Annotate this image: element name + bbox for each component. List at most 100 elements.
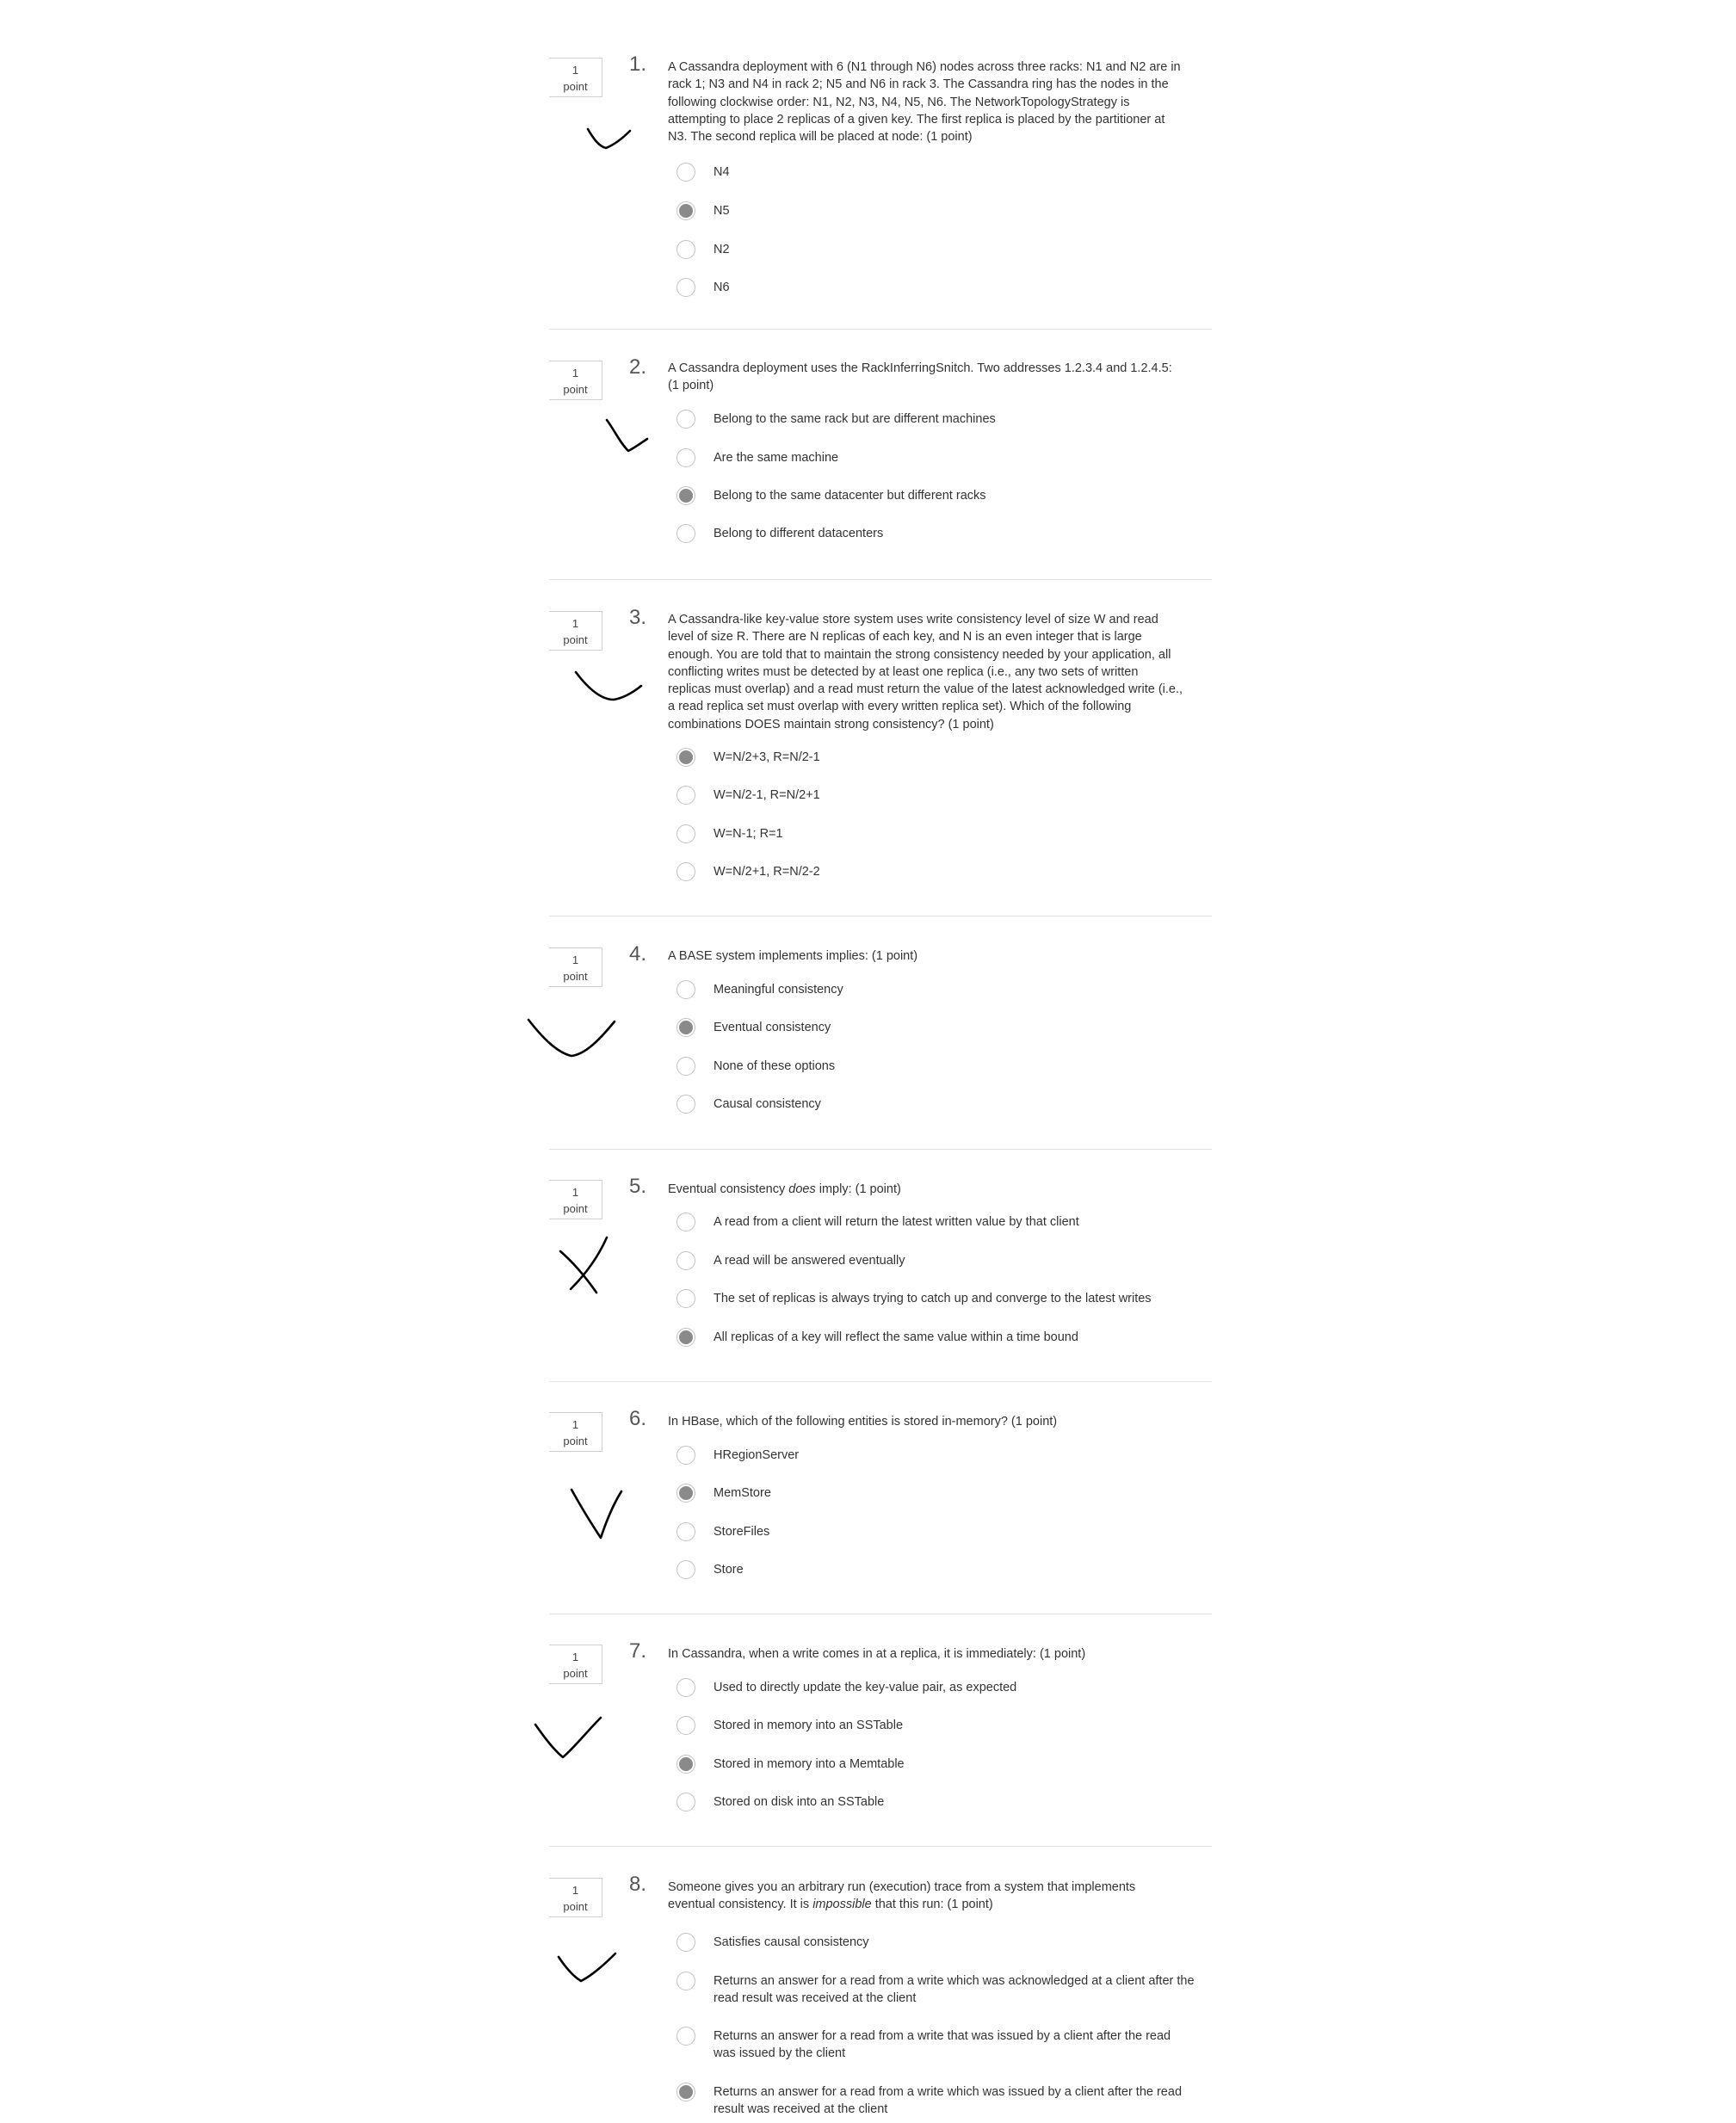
radio-button[interactable] xyxy=(676,1213,695,1231)
option-label: Causal consistency xyxy=(714,1097,821,1111)
option-label: A read will be answered eventually xyxy=(714,1254,905,1268)
points-label: point xyxy=(563,1202,588,1215)
question-text: A Cassandra deployment uses the RackInfe… xyxy=(668,361,1172,393)
radio-button[interactable] xyxy=(676,786,695,805)
handwritten-check-mark xyxy=(574,670,643,701)
question-text: Eventual consistency does imply: (1 poin… xyxy=(668,1181,1184,1198)
question-text: In Cassandra, when a write comes in at a… xyxy=(668,1647,1086,1661)
radio-button[interactable] xyxy=(676,1678,695,1697)
radio-button[interactable] xyxy=(676,2027,695,2046)
handwritten-check-mark xyxy=(527,1018,616,1058)
points-label: point xyxy=(563,1667,588,1680)
points-badge: 1 point xyxy=(549,1412,602,1452)
option-label: Returns an answer for a read from a writ… xyxy=(714,2029,1171,2061)
radio-button[interactable] xyxy=(676,410,695,429)
radio-button[interactable] xyxy=(676,163,695,182)
handwritten-check-mark xyxy=(570,1488,623,1540)
radio-button-selected[interactable] xyxy=(676,1484,695,1503)
radio-button-selected[interactable] xyxy=(676,2083,695,2101)
divider xyxy=(549,1381,1212,1382)
option-label: N2 xyxy=(714,243,730,256)
question-text-part: Eventual consistency xyxy=(668,1182,789,1196)
handwritten-check-mark xyxy=(534,1716,602,1759)
question-number: 6. xyxy=(629,1407,647,1430)
points-value: 1 xyxy=(571,953,579,966)
option-label: Belong to the same datacenter but differ… xyxy=(714,489,986,503)
radio-button[interactable] xyxy=(676,1560,695,1579)
radio-button[interactable] xyxy=(676,278,695,297)
question-text-part: that this run: (1 point) xyxy=(871,1898,993,1912)
option-label: N5 xyxy=(714,204,730,218)
option-label: A read from a client will return the lat… xyxy=(714,1215,1079,1229)
divider xyxy=(549,1149,1212,1150)
radio-button[interactable] xyxy=(676,1933,695,1952)
option-label: Stored on disk into an SSTable xyxy=(714,1795,885,1809)
radio-button[interactable] xyxy=(676,1716,695,1735)
radio-button[interactable] xyxy=(676,1972,695,1990)
radio-button[interactable] xyxy=(676,448,695,467)
radio-button-selected[interactable] xyxy=(676,1328,695,1347)
option-label: MemStore xyxy=(714,1486,771,1500)
option-label: Eventual consistency xyxy=(714,1021,831,1034)
question-text-part: imply: (1 point) xyxy=(815,1182,901,1196)
question-number: 8. xyxy=(629,1873,647,1896)
divider xyxy=(549,329,1212,330)
points-value: 1 xyxy=(571,1651,579,1663)
option-label: N4 xyxy=(714,165,730,179)
radio-button[interactable] xyxy=(676,1057,695,1076)
option-label: Belong to different datacenters xyxy=(714,527,884,540)
points-badge: 1 point xyxy=(549,947,602,987)
radio-button-selected[interactable] xyxy=(676,1755,695,1774)
question-text-emphasis: does xyxy=(788,1182,816,1196)
question-number: 4. xyxy=(629,942,647,966)
option-label: W=N/2+1, R=N/2-2 xyxy=(714,865,820,879)
points-value: 1 xyxy=(571,617,579,630)
option-label: The set of replicas is always trying to … xyxy=(714,1292,1152,1305)
points-label: point xyxy=(563,383,588,396)
option-label: Returns an answer for a read from a writ… xyxy=(714,1974,1195,2006)
radio-button[interactable] xyxy=(676,1793,695,1811)
radio-button[interactable] xyxy=(676,240,695,259)
radio-button[interactable] xyxy=(676,524,695,543)
radio-button-selected[interactable] xyxy=(676,201,695,220)
question-text: Someone gives you an arbitrary run (exec… xyxy=(668,1879,1184,1914)
handwritten-cross-mark xyxy=(559,1236,609,1294)
option-label: None of these options xyxy=(714,1059,836,1073)
radio-button[interactable] xyxy=(676,1289,695,1308)
points-value: 1 xyxy=(571,1418,579,1431)
option-label: N6 xyxy=(714,281,730,294)
option-label: Satisfies causal consistency xyxy=(714,1935,869,1949)
handwritten-check-mark xyxy=(557,1952,617,1983)
divider xyxy=(549,579,1212,580)
option-label: W=N-1; R=1 xyxy=(714,827,783,841)
points-label: point xyxy=(563,1435,588,1447)
question-text: A Cassandra-like key-value store system … xyxy=(668,613,1183,731)
handwritten-check-mark xyxy=(586,127,632,150)
option-label: HRegionServer xyxy=(714,1448,800,1462)
question-number: 3. xyxy=(629,606,647,629)
option-label: All replicas of a key will reflect the s… xyxy=(714,1330,1078,1344)
option-label: Store xyxy=(714,1563,744,1577)
question-text: A BASE system implements implies: (1 poi… xyxy=(668,949,918,963)
question-text: In HBase, which of the following entitie… xyxy=(668,1415,1058,1429)
points-label: point xyxy=(563,970,588,983)
radio-button[interactable] xyxy=(676,1446,695,1465)
question-number: 5. xyxy=(629,1175,647,1198)
question-text-emphasis: impossible xyxy=(812,1898,872,1912)
option-label: Stored in memory into an SSTable xyxy=(714,1719,904,1732)
radio-button-selected[interactable] xyxy=(676,1018,695,1037)
radio-button-selected[interactable] xyxy=(676,748,695,767)
points-badge: 1 point xyxy=(549,361,602,400)
option-label: Used to directly update the key-value pa… xyxy=(714,1681,1017,1694)
radio-button-selected[interactable] xyxy=(676,486,695,505)
radio-button[interactable] xyxy=(676,824,695,843)
radio-button[interactable] xyxy=(676,862,695,881)
points-value: 1 xyxy=(571,367,579,380)
radio-button[interactable] xyxy=(676,1095,695,1114)
radio-button[interactable] xyxy=(676,1251,695,1270)
radio-button[interactable] xyxy=(676,1522,695,1541)
option-label: W=N/2-1, R=N/2+1 xyxy=(714,788,820,802)
points-value: 1 xyxy=(571,1186,579,1199)
radio-button[interactable] xyxy=(676,980,695,999)
points-badge: 1 point xyxy=(549,58,602,97)
